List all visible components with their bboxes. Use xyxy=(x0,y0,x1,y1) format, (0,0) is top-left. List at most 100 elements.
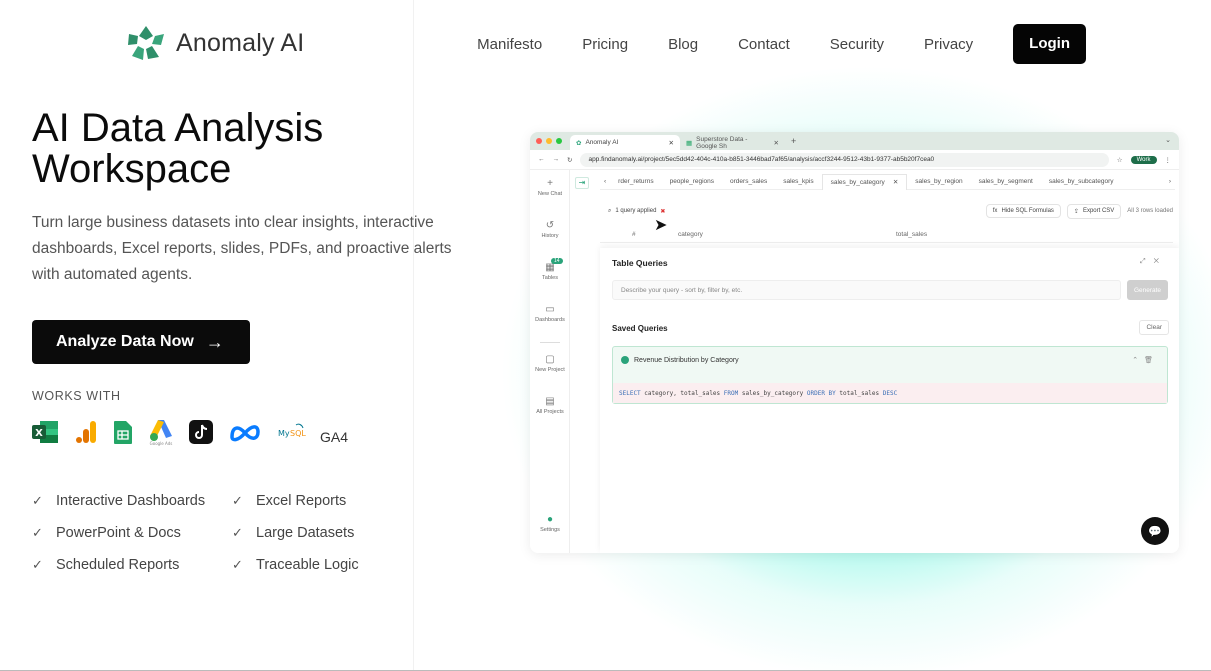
check-icon: ✓ xyxy=(232,525,243,540)
clear-button: Clear xyxy=(1139,320,1169,335)
sheet-tab-label: sales_by_segment xyxy=(978,178,1033,185)
plus-icon: + xyxy=(547,178,553,189)
close-icon: ✕ xyxy=(668,139,674,147)
saved-query-header: Revenue Distribution by Category xyxy=(621,356,739,364)
sheet-tab-label: sales_by_category xyxy=(830,178,885,186)
feature-item: ✓ Large Datasets xyxy=(232,524,412,542)
history-icon: ↺ xyxy=(545,220,555,231)
chevron-up-icon: ⌃ xyxy=(1132,357,1145,364)
feature-list: ✓ Interactive Dashboards ✓ Excel Reports ✓… xyxy=(32,492,412,574)
feature-label: Interactive Dashboards xyxy=(56,493,206,509)
table-queries-panel: Table Queries ⤢✕ Describe your query - s… xyxy=(600,248,1179,553)
login-button[interactable]: Login xyxy=(1013,24,1086,64)
query-placeholder: Describe your query - sort by, filter by… xyxy=(621,286,743,294)
feature-item: ✓ Interactive Dashboards xyxy=(32,492,232,510)
mysql-icon: My SQL xyxy=(276,418,306,446)
sheet-tab: orders_sales xyxy=(722,174,775,190)
browser-tab-label: Superstore Data - Google Sh xyxy=(696,135,748,150)
sheet-tabs: ‹ rder_returns people_regions orders_sal… xyxy=(600,173,1175,190)
trash-icon: 🗑 xyxy=(1144,357,1159,364)
more-icon: ⋮ xyxy=(1164,156,1172,164)
settings-icon: ● xyxy=(546,514,554,525)
url-text: app.findanomaly.ai/project/5ec5dd42-404c… xyxy=(588,156,935,163)
sidebar-item-settings: ● Settings xyxy=(530,514,570,533)
works-with-label: WORKS WITH xyxy=(32,389,121,403)
nav-blog[interactable]: Blog xyxy=(668,36,698,53)
close-icon: ✕ xyxy=(773,139,779,147)
feature-label: Scheduled Reports xyxy=(56,557,180,573)
hero-subtitle: Turn large business datasets into clear … xyxy=(32,214,452,283)
sidebar-label: History xyxy=(541,233,559,239)
nav-privacy[interactable]: Privacy xyxy=(924,36,973,53)
top-nav: Manifesto Pricing Blog Contact Security … xyxy=(477,24,1086,64)
sidebar-label: Settings xyxy=(540,527,560,533)
back-icon: ← xyxy=(538,156,545,163)
forward-icon: → xyxy=(552,156,560,163)
landing-page: Anomaly AI Manifesto Pricing Blog Contac… xyxy=(0,0,1211,671)
app-sidebar: + New Chat ↺ History ▦ Tables 14 ▭ Dashboards… xyxy=(530,170,570,553)
integration-logos: X Google Ads My SQL GA4 xyxy=(30,418,348,446)
svg-text:My: My xyxy=(278,429,290,438)
profile-badge: Work xyxy=(1130,155,1157,164)
sheet-tab: sales_kpis xyxy=(775,174,821,190)
generate-button: Generate xyxy=(1127,280,1168,300)
reload-icon: ↻ xyxy=(567,156,573,164)
close-dot-icon xyxy=(536,138,542,144)
chevron-right-icon: › xyxy=(1168,178,1171,185)
feature-item: ✓ Scheduled Reports xyxy=(32,556,232,574)
check-icon: ✓ xyxy=(232,493,243,508)
analyze-data-button[interactable]: Analyze Data Now → xyxy=(32,320,250,364)
chevron-left-icon: ‹ xyxy=(604,178,607,185)
sql-text: category, total_sales xyxy=(640,389,724,397)
sheets-favicon-icon: ▦ xyxy=(686,139,693,147)
nav-contact[interactable]: Contact xyxy=(738,36,790,53)
expand-icon: ⤢ xyxy=(1140,258,1154,265)
google-sheets-icon xyxy=(112,418,134,446)
sql-keyword: DESC xyxy=(882,389,898,397)
folders-icon: ▤ xyxy=(545,396,555,407)
sidebar-item-tables: ▦ Tables 14 xyxy=(530,258,570,281)
export-icon: ⇪ xyxy=(1073,208,1079,215)
sql-keyword: FROM xyxy=(723,389,739,397)
dashboard-icon: ▭ xyxy=(545,304,555,315)
feature-label: Excel Reports xyxy=(256,493,347,509)
svg-text:Google Ads: Google Ads xyxy=(150,441,173,446)
sheet-tab: sales_by_subcategory xyxy=(1041,174,1122,190)
sidebar-divider xyxy=(540,342,560,343)
check-icon: ✓ xyxy=(232,557,243,572)
search-icon: ⌕ xyxy=(608,207,612,214)
sidebar-label: New Chat xyxy=(537,191,563,197)
google-analytics-icon xyxy=(74,418,98,446)
rows-loaded-text: All 3 rows loaded xyxy=(1127,208,1173,214)
cta-label: Analyze Data Now xyxy=(56,333,194,350)
chat-bubble-icon: 💬 xyxy=(1141,517,1169,545)
nav-pricing[interactable]: Pricing xyxy=(582,36,628,53)
panel-title: Table Queries xyxy=(612,258,668,268)
sidebar-item-dashboards: ▭ Dashboards xyxy=(530,304,570,323)
nav-security[interactable]: Security xyxy=(830,36,884,53)
brand-logo[interactable]: Anomaly AI xyxy=(126,24,304,62)
brand-name: Anomaly AI xyxy=(176,28,305,57)
saved-query-name: Revenue Distribution by Category xyxy=(634,356,739,364)
hide-sql-button: fx Hide SQL Formulas xyxy=(985,204,1061,218)
sheet-tab: rder_returns xyxy=(610,174,661,190)
svg-text:SQL: SQL xyxy=(290,429,306,438)
new-tab-icon: + xyxy=(791,136,797,146)
check-icon: ✓ xyxy=(32,493,43,508)
svg-text:X: X xyxy=(35,428,43,439)
sheet-tab-label: orders_sales xyxy=(730,178,768,185)
table-icon: ▦ xyxy=(545,262,555,273)
browser-tab: ✿ Anomaly AI ✕ xyxy=(570,135,680,150)
sidebar-label: All Projects xyxy=(536,409,564,415)
minimize-dot-icon xyxy=(546,138,552,144)
sheet-tab-label: people_regions xyxy=(669,178,715,185)
browser-tab-strip: ✿ Anomaly AI ✕ ▦ Superstore Data - Googl… xyxy=(530,132,1179,150)
meta-icon xyxy=(228,418,262,446)
sql-code: SELECT category, total_sales FROM sales_… xyxy=(613,383,1167,403)
favicon-icon: ✿ xyxy=(576,139,582,147)
close-icon: ✕ xyxy=(892,179,899,186)
nav-manifesto[interactable]: Manifesto xyxy=(477,36,542,53)
table-toolbar: ⌕ 1 query applied ✖ fx Hide SQL Formulas … xyxy=(600,198,1173,224)
feature-item: ✓ Excel Reports xyxy=(232,492,412,510)
star-icon: ☆ xyxy=(1116,156,1123,164)
